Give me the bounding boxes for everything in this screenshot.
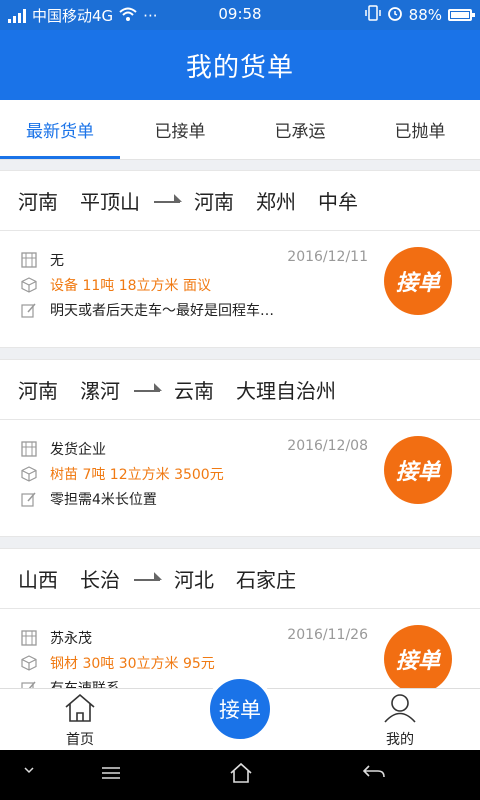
order-detail: 发货企业 树苗 7吨 12立方米 3500元 零担需4米长位置 2016/12/… bbox=[0, 420, 480, 536]
order-date: 2016/11/26 bbox=[287, 627, 368, 643]
route-arrow-icon bbox=[154, 195, 184, 207]
dest-city: 石家庄 bbox=[236, 568, 296, 592]
route-arrow-icon bbox=[134, 573, 164, 585]
order-route: 山西 长治 河北 石家庄 bbox=[0, 549, 480, 609]
dest-province: 河南 bbox=[194, 190, 234, 214]
origin-city: 漯河 bbox=[80, 379, 120, 403]
cube-icon bbox=[20, 654, 38, 672]
alarm-icon bbox=[387, 5, 403, 25]
edit-note-icon bbox=[20, 490, 38, 508]
sender-name: 无 bbox=[50, 252, 64, 269]
collapse-icon[interactable] bbox=[22, 762, 36, 781]
page-title: 我的货单 bbox=[0, 30, 480, 100]
dest-city: 郑州 bbox=[256, 190, 296, 214]
building-icon bbox=[20, 629, 38, 647]
sender-name: 苏永茂 bbox=[50, 630, 92, 647]
order-note: 明天或者后天走车～最好是回程车… bbox=[50, 302, 274, 319]
home-icon bbox=[62, 693, 98, 727]
cube-icon bbox=[20, 276, 38, 294]
battery-icon bbox=[448, 9, 475, 21]
user-icon bbox=[382, 694, 418, 727]
origin-city: 长治 bbox=[80, 568, 120, 592]
dest-province: 河北 bbox=[174, 568, 214, 592]
center-accept-button[interactable]: 接单 bbox=[206, 675, 274, 743]
vibrate-icon bbox=[364, 5, 381, 25]
tab-bar: 最新货单 已接单 已承运 已抛单 bbox=[0, 100, 480, 160]
order-date: 2016/12/11 bbox=[287, 249, 368, 265]
cargo-info: 设备 11吨 18立方米 面议 bbox=[50, 277, 211, 294]
sender-name: 发货企业 bbox=[50, 441, 106, 458]
dest-city: 大理自治州 bbox=[236, 379, 336, 403]
origin-province: 河南 bbox=[18, 190, 58, 214]
accept-order-button[interactable]: 接单 bbox=[384, 436, 452, 504]
nav-mine[interactable]: 我的 bbox=[360, 693, 440, 749]
route-arrow-icon bbox=[134, 384, 164, 396]
accept-order-button[interactable]: 接单 bbox=[384, 625, 452, 693]
origin-city: 平顶山 bbox=[80, 190, 140, 214]
status-bar: 中国移动4G ··· 09:58 88% bbox=[0, 0, 480, 30]
origin-province: 河南 bbox=[18, 379, 58, 403]
order-card[interactable]: 河南 漯河 云南 大理自治州 发货企业 树苗 7吨 12立方米 3500元 零担… bbox=[0, 359, 480, 537]
building-icon bbox=[20, 440, 38, 458]
order-list: 河南 平顶山 河南 郑州 中牟 无 设备 11吨 18立方米 面议 明天或者后天… bbox=[0, 170, 480, 737]
dest-district: 中牟 bbox=[318, 190, 358, 214]
order-note: 零担需4米长位置 bbox=[50, 491, 157, 508]
order-route: 河南 漯河 云南 大理自治州 bbox=[0, 360, 480, 420]
cube-icon bbox=[20, 465, 38, 483]
origin-province: 山西 bbox=[18, 568, 58, 592]
nav-home[interactable]: 首页 bbox=[40, 693, 120, 749]
nav-mine-label: 我的 bbox=[386, 732, 414, 748]
tab-accepted[interactable]: 已接单 bbox=[120, 100, 240, 159]
order-card[interactable]: 河南 平顶山 河南 郑州 中牟 无 设备 11吨 18立方米 面议 明天或者后天… bbox=[0, 170, 480, 348]
accept-order-button[interactable]: 接单 bbox=[384, 247, 452, 315]
tab-shipped[interactable]: 已承运 bbox=[240, 100, 360, 159]
dest-province: 云南 bbox=[174, 379, 214, 403]
nav-home-label: 首页 bbox=[66, 732, 94, 748]
edit-note-icon bbox=[20, 301, 38, 319]
building-icon bbox=[20, 251, 38, 269]
order-detail: 无 设备 11吨 18立方米 面议 明天或者后天走车～最好是回程车… 2016/… bbox=[0, 231, 480, 347]
tab-dropped[interactable]: 已抛单 bbox=[360, 100, 480, 159]
order-date: 2016/12/08 bbox=[287, 438, 368, 454]
system-nav-bar bbox=[0, 750, 480, 800]
menu-icon[interactable] bbox=[100, 762, 122, 788]
battery-label: 88% bbox=[408, 6, 442, 24]
cargo-info: 钢材 30吨 30立方米 95元 bbox=[50, 655, 215, 672]
tab-latest-orders[interactable]: 最新货单 bbox=[0, 100, 120, 159]
home-key-icon[interactable] bbox=[229, 762, 253, 788]
cargo-info: 树苗 7吨 12立方米 3500元 bbox=[50, 466, 224, 483]
order-route: 河南 平顶山 河南 郑州 中牟 bbox=[0, 171, 480, 231]
back-icon[interactable] bbox=[362, 762, 386, 788]
